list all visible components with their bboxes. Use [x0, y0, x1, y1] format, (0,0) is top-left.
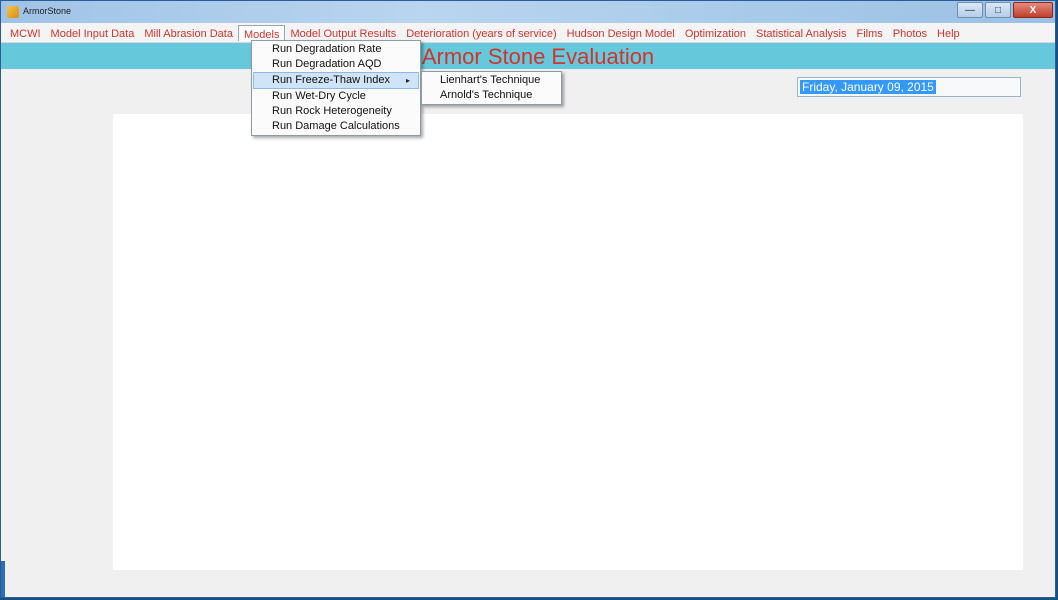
menu-hudson-design-model[interactable]: Hudson Design Model [562, 25, 680, 41]
menu-item-run-rock-heterogeneity[interactable]: Run Rock Heterogeneity [252, 104, 420, 119]
menu-help[interactable]: Help [932, 25, 965, 41]
app-icon [7, 6, 19, 18]
maximize-button[interactable]: □ [985, 2, 1011, 18]
submenu-item-lienharts-technique[interactable]: Lienhart's Technique [422, 73, 561, 88]
date-value: Friday, January 09, 2015 [800, 80, 936, 94]
page-title: Armor Stone Evaluation [421, 44, 655, 69]
menu-model-output-results[interactable]: Model Output Results [285, 25, 401, 41]
menu-item-label: Run Degradation AQD [272, 58, 382, 70]
header-band: Armor Stone Evaluation [1, 43, 1055, 69]
menu-item-run-damage-calculations[interactable]: Run Damage Calculations [252, 119, 420, 134]
menu-model-input-data[interactable]: Model Input Data [46, 25, 140, 41]
submenu-item-arnolds-technique[interactable]: Arnold's Technique [422, 88, 561, 103]
menu-item-label: Run Wet-Dry Cycle [272, 90, 366, 102]
menu-item-run-degradation-aqd[interactable]: Run Degradation AQD [252, 57, 420, 72]
menu-item-label: Run Rock Heterogeneity [272, 105, 392, 117]
menu-mcwi[interactable]: MCWI [5, 25, 46, 41]
menu-optimization[interactable]: Optimization [680, 25, 751, 41]
menu-bar: MCWI Model Input Data Mill Abrasion Data… [1, 23, 1055, 43]
menu-deterioration[interactable]: Deterioration (years of service) [401, 25, 561, 41]
menu-statistical-analysis[interactable]: Statistical Analysis [751, 25, 851, 41]
freeze-thaw-submenu: Lienhart's Technique Arnold's Technique [421, 71, 562, 105]
menu-photos[interactable]: Photos [888, 25, 932, 41]
left-edge-accent [1, 561, 5, 597]
menu-item-label: Run Freeze-Thaw Index [272, 74, 390, 86]
date-field[interactable]: Friday, January 09, 2015 [797, 77, 1021, 97]
menu-item-label: Run Degradation Rate [272, 43, 382, 55]
minimize-button[interactable]: — [957, 2, 983, 18]
close-button[interactable]: X [1013, 2, 1053, 18]
models-dropdown-menu: Run Degradation Rate Run Degradation AQD… [251, 40, 421, 136]
menu-item-label: Run Damage Calculations [272, 120, 400, 132]
menu-mill-abrasion-data[interactable]: Mill Abrasion Data [139, 25, 238, 41]
menu-models[interactable]: Models [237, 24, 286, 41]
title-bar[interactable]: ArmorStone — □ X [1, 1, 1055, 23]
window-controls: — □ X [957, 2, 1053, 18]
menu-item-run-freeze-thaw-index[interactable]: Run Freeze-Thaw Index ▸ [253, 72, 419, 89]
content-panel [113, 114, 1023, 570]
menu-item-run-wet-dry-cycle[interactable]: Run Wet-Dry Cycle [252, 89, 420, 104]
submenu-arrow-icon: ▸ [405, 76, 410, 85]
window-title: ArmorStone [23, 6, 72, 16]
menu-item-run-degradation-rate[interactable]: Run Degradation Rate [252, 42, 420, 57]
menu-films[interactable]: Films [851, 25, 887, 41]
